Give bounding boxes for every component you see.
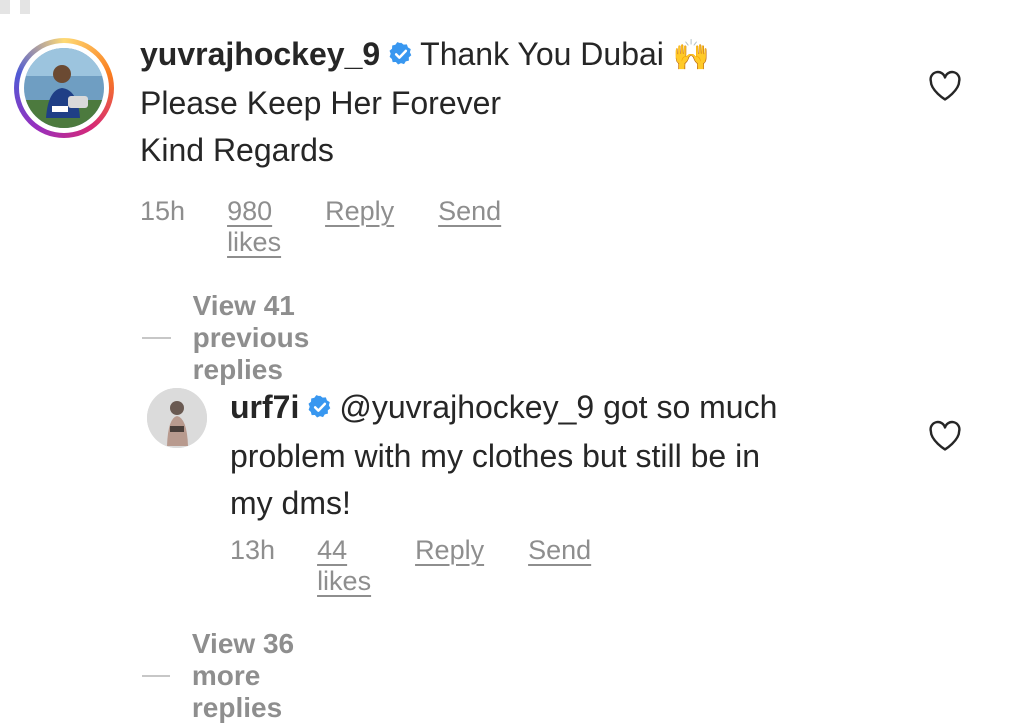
verified-badge-icon: [388, 33, 414, 80]
mention-link[interactable]: @yuvrajhockey_9: [339, 389, 594, 425]
heart-outline-icon[interactable]: [928, 70, 962, 107]
comment-line-2: problem with my clothes but still be in: [230, 438, 760, 474]
avatar[interactable]: [147, 388, 207, 448]
verified-badge-icon: [307, 386, 333, 433]
comment-text: Thank You Dubai: [420, 36, 664, 72]
comment-line-1: urf7i @yuvrajhockey_9 got so much: [230, 384, 910, 433]
comment-body: urf7i @yuvrajhockey_9 got so much problem…: [230, 384, 910, 527]
comment-line-3: Kind Regards: [140, 132, 334, 168]
comment-line-1: yuvrajhockey_9 Thank You Dubai 🙌: [140, 31, 900, 80]
avatar-photo-image: [147, 388, 207, 448]
likes-count-link[interactable]: 44 likes: [317, 535, 371, 597]
raising-hands-emoji: 🙌: [672, 39, 711, 72]
comment-body: yuvrajhockey_9 Thank You Dubai 🙌 Please K…: [140, 31, 900, 174]
comment-username[interactable]: yuvrajhockey_9: [140, 36, 380, 72]
view-previous-replies-button[interactable]: View 41 previous replies: [142, 290, 343, 386]
view-replies-label: View 36 more replies: [191, 628, 295, 723]
comment-text: got so much: [603, 389, 778, 425]
likes-count-link[interactable]: 980 likes: [227, 196, 281, 258]
avatar[interactable]: [24, 48, 104, 128]
comment-line-3: my dms!: [230, 485, 351, 521]
corner-artifact: [0, 0, 40, 14]
avatar-photo-image: [24, 48, 104, 128]
reply-button[interactable]: Reply: [415, 535, 484, 566]
comment-meta: 13h 44 likes Reply Send: [230, 535, 591, 597]
reply-button[interactable]: Reply: [325, 196, 394, 227]
send-button[interactable]: Send: [528, 535, 591, 566]
comment-timestamp: 15h: [140, 196, 186, 226]
comment-username[interactable]: urf7i: [230, 389, 299, 425]
comment-meta: 15h 980 likes Reply Send: [140, 196, 501, 258]
replies-divider-line: [142, 337, 171, 339]
send-button[interactable]: Send: [438, 196, 501, 227]
replies-divider-line: [142, 675, 170, 677]
comment-line-2: Please Keep Her Forever: [140, 85, 502, 121]
heart-outline-icon[interactable]: [928, 420, 962, 457]
view-more-replies-button[interactable]: View 36 more replies: [142, 628, 316, 724]
comment-timestamp: 13h: [230, 535, 276, 565]
view-replies-label: View 41 previous replies: [192, 290, 310, 385]
